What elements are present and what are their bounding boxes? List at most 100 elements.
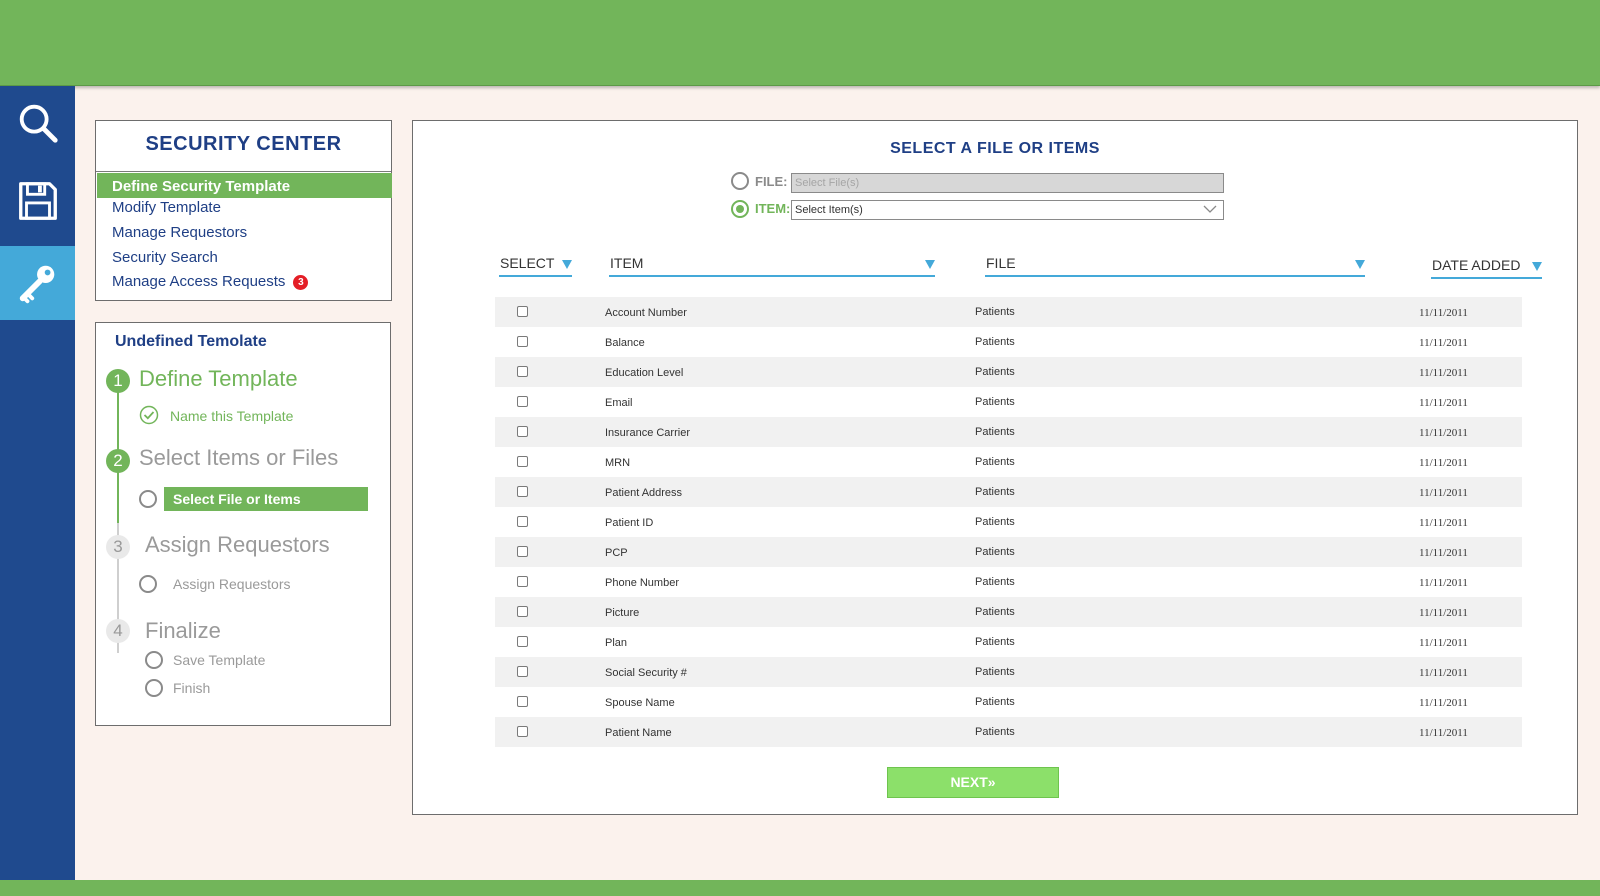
file-radio[interactable] xyxy=(731,172,749,190)
row-date: 11/11/2011 xyxy=(1419,547,1468,559)
row-checkbox[interactable] xyxy=(517,726,528,737)
substep-radio[interactable] xyxy=(139,575,157,593)
table-row[interactable]: Email Patients 11/11/2011 xyxy=(495,387,1522,417)
item-radio[interactable] xyxy=(731,200,749,218)
row-checkbox[interactable] xyxy=(517,456,528,467)
row-file: Patients xyxy=(975,366,1015,378)
step-1-number: 1 xyxy=(106,369,130,393)
next-button[interactable]: NEXT» xyxy=(887,767,1059,798)
row-checkbox[interactable] xyxy=(517,636,528,647)
column-header-select[interactable]: SELECT xyxy=(499,255,572,277)
file-select-field[interactable]: Select File(s) xyxy=(791,173,1224,193)
column-label: DATE ADDED xyxy=(1432,257,1521,273)
divider xyxy=(96,171,391,172)
row-checkbox[interactable] xyxy=(517,426,528,437)
row-checkbox[interactable] xyxy=(517,366,528,377)
row-checkbox[interactable] xyxy=(517,666,528,677)
row-date: 11/11/2011 xyxy=(1419,637,1468,649)
row-file: Patients xyxy=(975,606,1015,618)
menu-define-security-template[interactable]: Define Security Template xyxy=(97,173,392,198)
table-row[interactable]: Balance Patients 11/11/2011 xyxy=(495,327,1522,357)
substep-assign-requestors[interactable]: Assign Requestors xyxy=(173,576,291,592)
nav-save[interactable] xyxy=(0,164,75,238)
table-row[interactable]: Patient ID Patients 11/11/2011 xyxy=(495,507,1522,537)
column-header-date-added[interactable]: DATE ADDED xyxy=(1431,257,1542,279)
row-checkbox[interactable] xyxy=(517,486,528,497)
row-date: 11/11/2011 xyxy=(1419,697,1468,709)
substep-finish[interactable]: Finish xyxy=(173,680,210,696)
table-row[interactable]: MRN Patients 11/11/2011 xyxy=(495,447,1522,477)
menu-manage-requestors[interactable]: Manage Requestors xyxy=(112,224,247,241)
row-checkbox[interactable] xyxy=(517,606,528,617)
substep-name-template[interactable]: Name this Template xyxy=(170,408,293,424)
row-checkbox[interactable] xyxy=(517,546,528,557)
table-row[interactable]: Insurance Carrier Patients 11/11/2011 xyxy=(495,417,1522,447)
row-checkbox[interactable] xyxy=(517,306,528,317)
nav-search[interactable] xyxy=(0,86,75,160)
row-checkbox[interactable] xyxy=(517,396,528,407)
table-row[interactable]: Picture Patients 11/11/2011 xyxy=(495,597,1522,627)
row-item: Spouse Name xyxy=(605,697,675,709)
table-row[interactable]: Spouse Name Patients 11/11/2011 xyxy=(495,687,1522,717)
table-row[interactable]: PCP Patients 11/11/2011 xyxy=(495,537,1522,567)
row-file: Patients xyxy=(975,426,1015,438)
row-item: Email xyxy=(605,397,633,409)
row-file: Patients xyxy=(975,306,1015,318)
sort-arrow-icon xyxy=(925,260,935,269)
item-label: ITEM: xyxy=(755,201,791,216)
table-row[interactable]: Patient Address Patients 11/11/2011 xyxy=(495,477,1522,507)
row-checkbox[interactable] xyxy=(517,576,528,587)
row-item: Patient Address xyxy=(605,487,683,499)
row-date: 11/11/2011 xyxy=(1419,667,1468,679)
substep-save-template[interactable]: Save Template xyxy=(173,652,265,668)
main-title: SELECT A FILE OR ITEMS xyxy=(890,140,1100,157)
row-date: 11/11/2011 xyxy=(1419,727,1468,739)
sort-arrow-icon xyxy=(1532,262,1542,271)
table-row[interactable]: Education Level Patients 11/11/2011 xyxy=(495,357,1522,387)
step-3-label[interactable]: Assign Requestors xyxy=(145,532,330,558)
column-header-file[interactable]: FILE xyxy=(985,255,1365,277)
step-1-label[interactable]: Define Template xyxy=(139,366,298,392)
row-item: Balance xyxy=(605,337,645,349)
row-file: Patients xyxy=(975,666,1015,678)
menu-security-search[interactable]: Security Search xyxy=(112,249,218,266)
substep-radio[interactable] xyxy=(145,651,163,669)
row-checkbox[interactable] xyxy=(517,516,528,527)
substep-radio[interactable] xyxy=(145,679,163,697)
substep-radio[interactable] xyxy=(139,490,157,508)
row-date: 11/11/2011 xyxy=(1419,577,1468,589)
row-checkbox[interactable] xyxy=(517,696,528,707)
row-file: Patients xyxy=(975,636,1015,648)
search-icon xyxy=(19,104,58,143)
table-row[interactable]: Plan Patients 11/11/2011 xyxy=(495,627,1522,657)
substep-select-file-or-items[interactable]: Select File or Items xyxy=(164,487,368,511)
table-row[interactable]: Account Number Patients 11/11/2011 xyxy=(495,297,1522,327)
row-date: 11/11/2011 xyxy=(1419,367,1468,379)
step-2-label[interactable]: Select Items or Files xyxy=(139,445,338,471)
nav-key[interactable] xyxy=(0,246,75,320)
security-center-panel: SECURITY CENTER Define Security Template… xyxy=(95,120,392,301)
menu-manage-access-requests[interactable]: Manage Access Requests 3 xyxy=(112,273,309,290)
step-4-label[interactable]: Finalize xyxy=(145,618,221,644)
row-checkbox[interactable] xyxy=(517,336,528,347)
wizard-title: Undefined Temolate xyxy=(115,333,267,350)
sort-arrow-icon xyxy=(562,260,572,269)
row-file: Patients xyxy=(975,456,1015,468)
bottom-footer-bar xyxy=(0,880,1600,896)
notification-badge: 3 xyxy=(293,275,309,290)
check-circle-icon xyxy=(139,405,159,425)
column-header-item[interactable]: ITEM xyxy=(609,255,935,277)
row-date: 11/11/2011 xyxy=(1419,307,1468,319)
row-item: Patient Name xyxy=(605,727,672,739)
item-select-dropdown[interactable]: Select Item(s) xyxy=(791,200,1224,220)
row-item: Insurance Carrier xyxy=(605,427,690,439)
table-row[interactable]: Phone Number Patients 11/11/2011 xyxy=(495,567,1522,597)
row-item: Social Security # xyxy=(605,667,687,679)
side-navigation xyxy=(0,86,75,880)
row-item: Phone Number xyxy=(605,577,679,589)
menu-modify-template[interactable]: Modify Template xyxy=(112,199,221,216)
step-3-number: 3 xyxy=(106,535,130,559)
column-label: FILE xyxy=(986,255,1016,271)
table-row[interactable]: Social Security # Patients 11/11/2011 xyxy=(495,657,1522,687)
table-row[interactable]: Patient Name Patients 11/11/2011 xyxy=(495,717,1522,747)
